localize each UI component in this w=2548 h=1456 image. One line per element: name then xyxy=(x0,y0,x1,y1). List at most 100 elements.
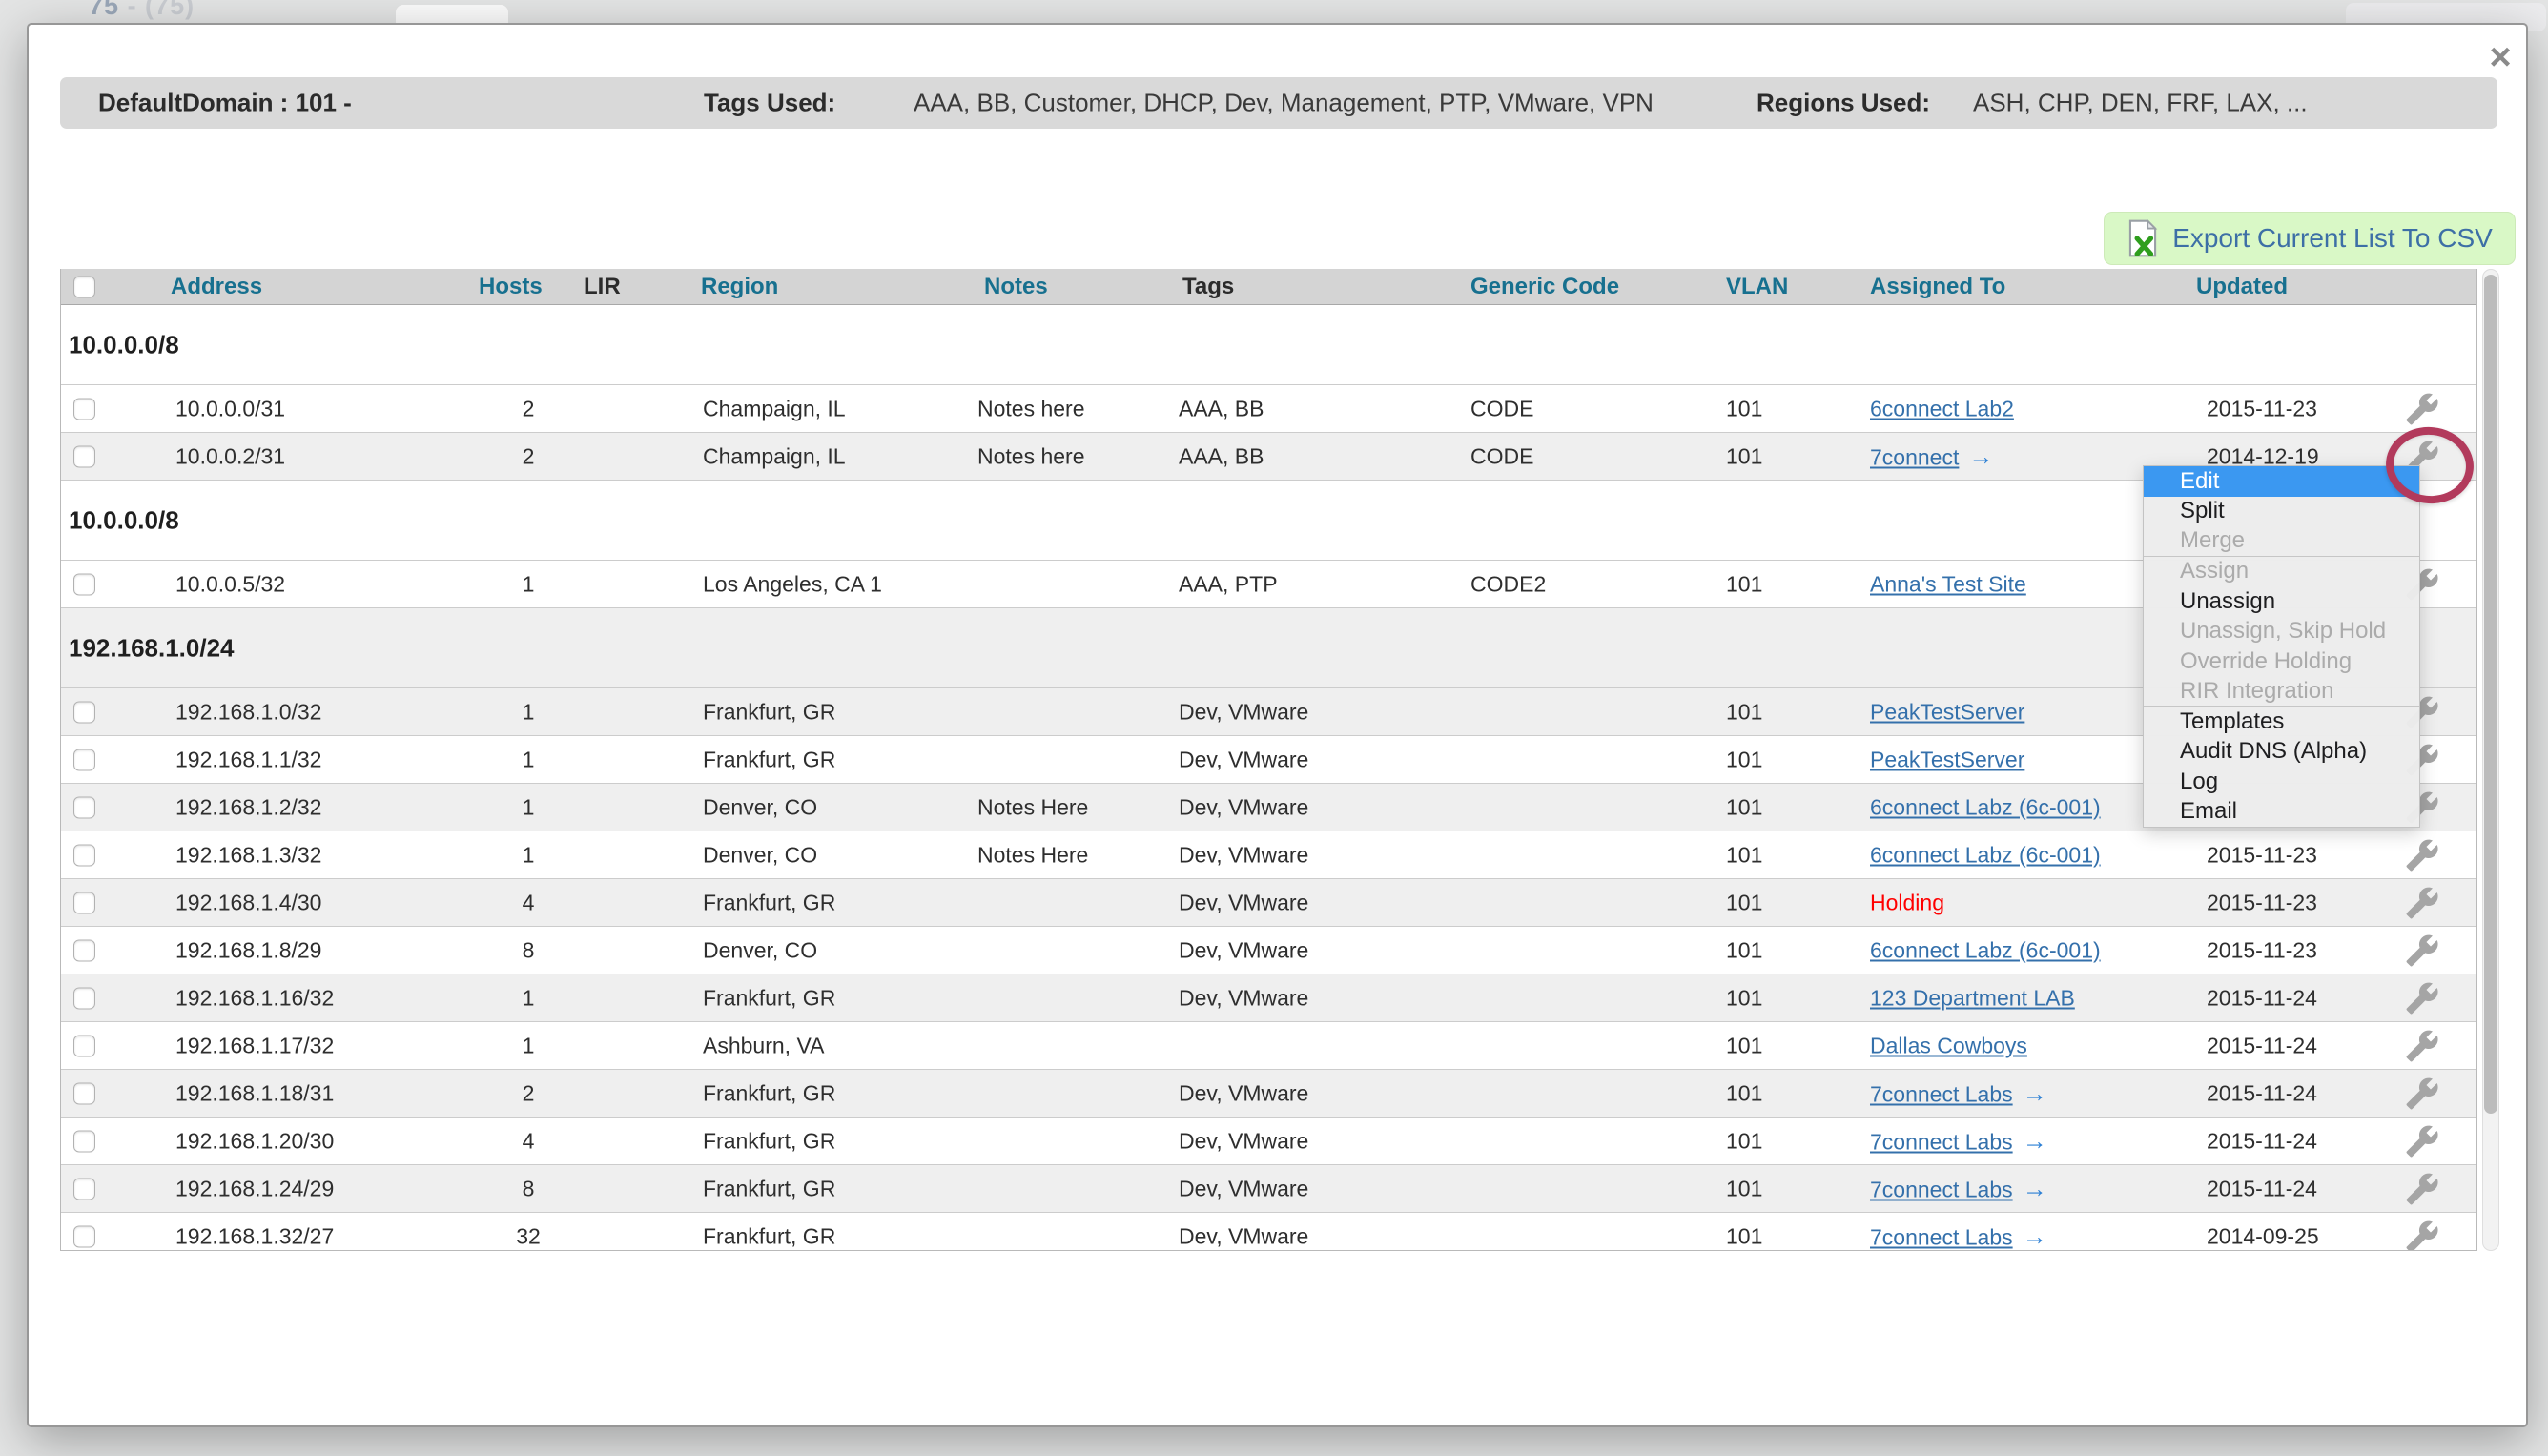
updated-cell: 2015-11-24 xyxy=(2207,1176,2317,1201)
region-cell: Champaign, IL xyxy=(703,443,846,469)
notes-cell: Notes Here xyxy=(977,794,1088,820)
row-checkbox[interactable] xyxy=(73,1035,95,1056)
regions-used-value: ASH, CHP, DEN, FRF, LAX, ... xyxy=(1973,89,2308,118)
assigned-to-link[interactable]: 6connect Labz (6c-001) xyxy=(1870,937,2101,962)
menu-item-email[interactable]: Email xyxy=(2144,797,2419,828)
row-checkbox[interactable] xyxy=(73,987,95,1009)
table-row: 192.168.1.16/32 1 Frankfurt, GR Dev, VMw… xyxy=(61,974,2476,1022)
assigned-to-link[interactable]: 6connect Labz (6c-001) xyxy=(1870,842,2101,867)
row-checkbox[interactable] xyxy=(73,1082,95,1104)
row-checkbox[interactable] xyxy=(73,844,95,866)
wrench-icon[interactable] xyxy=(2405,1220,2439,1252)
column-header-assigned-to[interactable]: Assigned To xyxy=(1870,274,2005,300)
wrench-icon[interactable] xyxy=(2405,1172,2439,1206)
hosts-cell: 4 xyxy=(462,1128,595,1154)
region-cell: Denver, CO xyxy=(703,794,817,820)
wrench-icon[interactable] xyxy=(2405,886,2439,920)
row-checkbox[interactable] xyxy=(73,573,95,595)
updated-cell: 2015-11-23 xyxy=(2207,890,2317,915)
row-checkbox[interactable] xyxy=(73,1225,95,1247)
address-cell: 192.168.1.16/32 xyxy=(175,985,334,1011)
address-cell: 192.168.1.0/32 xyxy=(175,699,321,725)
table-row: 192.168.1.4/30 4 Frankfurt, GR Dev, VMwa… xyxy=(61,879,2476,927)
menu-item-log[interactable]: Log xyxy=(2144,767,2419,797)
column-header-address[interactable]: Address xyxy=(171,274,262,300)
vlan-cell: 101 xyxy=(1726,937,1762,963)
assigned-to-link[interactable]: 6connect Lab2 xyxy=(1870,396,2014,420)
address-cell: 192.168.1.1/32 xyxy=(175,747,321,772)
row-checkbox[interactable] xyxy=(73,1178,95,1200)
tags-cell: Dev, VMware xyxy=(1179,1223,1308,1249)
menu-item-audit-dns[interactable]: Audit DNS (Alpha) xyxy=(2144,737,2419,768)
vlan-cell: 101 xyxy=(1726,571,1762,597)
wrench-icon[interactable] xyxy=(2405,1124,2439,1159)
assigned-to-link[interactable]: 7connect Labs xyxy=(1870,1224,2013,1249)
assigned-to-link[interactable]: 7connect Labs xyxy=(1870,1129,2013,1154)
tags-cell: AAA, PTP xyxy=(1179,571,1278,597)
table-row: 192.168.1.3/32 1 Denver, CO Notes Here D… xyxy=(61,831,2476,879)
row-checkbox[interactable] xyxy=(73,1130,95,1152)
wrench-icon[interactable] xyxy=(2405,1077,2439,1111)
assigned-to-link[interactable]: 7connect Labs xyxy=(1870,1081,2013,1106)
holding-status: Holding xyxy=(1870,890,1944,914)
vertical-scrollbar xyxy=(2482,269,2499,1251)
row-checkbox[interactable] xyxy=(73,701,95,723)
row-checkbox[interactable] xyxy=(73,939,95,961)
column-header-vlan[interactable]: VLAN xyxy=(1726,274,1788,300)
table-row: 192.168.1.17/32 1 Ashburn, VA 101 Dallas… xyxy=(61,1022,2476,1070)
updated-cell: 2015-11-24 xyxy=(2207,1033,2317,1058)
group-row: 192.168.1.0/24 xyxy=(61,608,2476,688)
column-header-hosts[interactable]: Hosts xyxy=(479,274,543,300)
row-checkbox[interactable] xyxy=(73,445,95,467)
updated-cell: 2015-11-23 xyxy=(2207,937,2317,963)
regions-used-label: Regions Used: xyxy=(1757,89,1930,118)
row-checkbox[interactable] xyxy=(73,398,95,420)
assigned-to-link[interactable]: Anna's Test Site xyxy=(1870,571,2026,596)
table-row: 192.168.1.18/31 2 Frankfurt, GR Dev, VMw… xyxy=(61,1070,2476,1118)
address-cell: 192.168.1.3/32 xyxy=(175,842,321,868)
wrench-icon[interactable] xyxy=(2405,981,2439,1015)
export-csv-button[interactable]: Export Current List To CSV xyxy=(2104,212,2516,265)
select-all-checkbox[interactable] xyxy=(73,277,95,298)
menu-item-split[interactable]: Split xyxy=(2144,497,2419,527)
assigned-to-link[interactable]: PeakTestServer xyxy=(1870,747,2024,771)
tags-cell: Dev, VMware xyxy=(1179,937,1308,963)
region-cell: Ashburn, VA xyxy=(703,1033,824,1058)
menu-item-override-holding: Override Holding xyxy=(2144,646,2419,677)
column-header-generic-code[interactable]: Generic Code xyxy=(1470,274,1619,300)
export-csv-label: Export Current List To CSV xyxy=(2172,223,2493,254)
wrench-icon[interactable] xyxy=(2405,392,2439,426)
row-actions-context-menu: Edit Split Merge Assign Unassign Unassig… xyxy=(2143,465,2420,828)
wrench-icon[interactable] xyxy=(2405,1029,2439,1063)
assigned-to-link[interactable]: 123 Department LAB xyxy=(1870,985,2075,1010)
column-header-updated[interactable]: Updated xyxy=(2196,274,2288,300)
region-cell: Frankfurt, GR xyxy=(703,890,835,915)
assigned-to-link[interactable]: Dallas Cowboys xyxy=(1870,1033,2027,1057)
menu-item-unassign[interactable]: Unassign xyxy=(2144,586,2419,617)
region-cell: Frankfurt, GR xyxy=(703,1080,835,1106)
hosts-cell: 4 xyxy=(462,890,595,915)
assigned-to-link[interactable]: 7connect Labs xyxy=(1870,1177,2013,1201)
notes-cell: Notes here xyxy=(977,443,1085,469)
assigned-to-link[interactable]: PeakTestServer xyxy=(1870,699,2024,724)
tags-cell: AAA, BB xyxy=(1179,443,1264,469)
vlan-cell: 101 xyxy=(1726,1128,1762,1154)
assigned-to-link[interactable]: 7connect xyxy=(1870,444,1959,469)
wrench-icon[interactable] xyxy=(2405,933,2439,968)
scrollbar-thumb[interactable] xyxy=(2484,275,2497,1114)
wrench-icon[interactable] xyxy=(2405,838,2439,872)
tags-cell: Dev, VMware xyxy=(1179,699,1308,725)
summary-bar: DefaultDomain : 101 - Tags Used: AAA, BB… xyxy=(60,77,2497,129)
row-checkbox[interactable] xyxy=(73,796,95,818)
vlan-cell: 101 xyxy=(1726,396,1762,421)
close-icon[interactable]: × xyxy=(2481,38,2519,76)
menu-item-edit[interactable]: Edit xyxy=(2144,466,2419,497)
row-checkbox[interactable] xyxy=(73,892,95,913)
menu-item-templates[interactable]: Templates xyxy=(2144,707,2419,737)
column-header-notes[interactable]: Notes xyxy=(984,274,1048,300)
arrow-icon: → xyxy=(2023,1174,2047,1202)
column-header-region[interactable]: Region xyxy=(701,274,778,300)
domain-label: DefaultDomain : 101 - xyxy=(98,89,352,118)
assigned-to-link[interactable]: 6connect Labz (6c-001) xyxy=(1870,794,2101,819)
row-checkbox[interactable] xyxy=(73,749,95,770)
